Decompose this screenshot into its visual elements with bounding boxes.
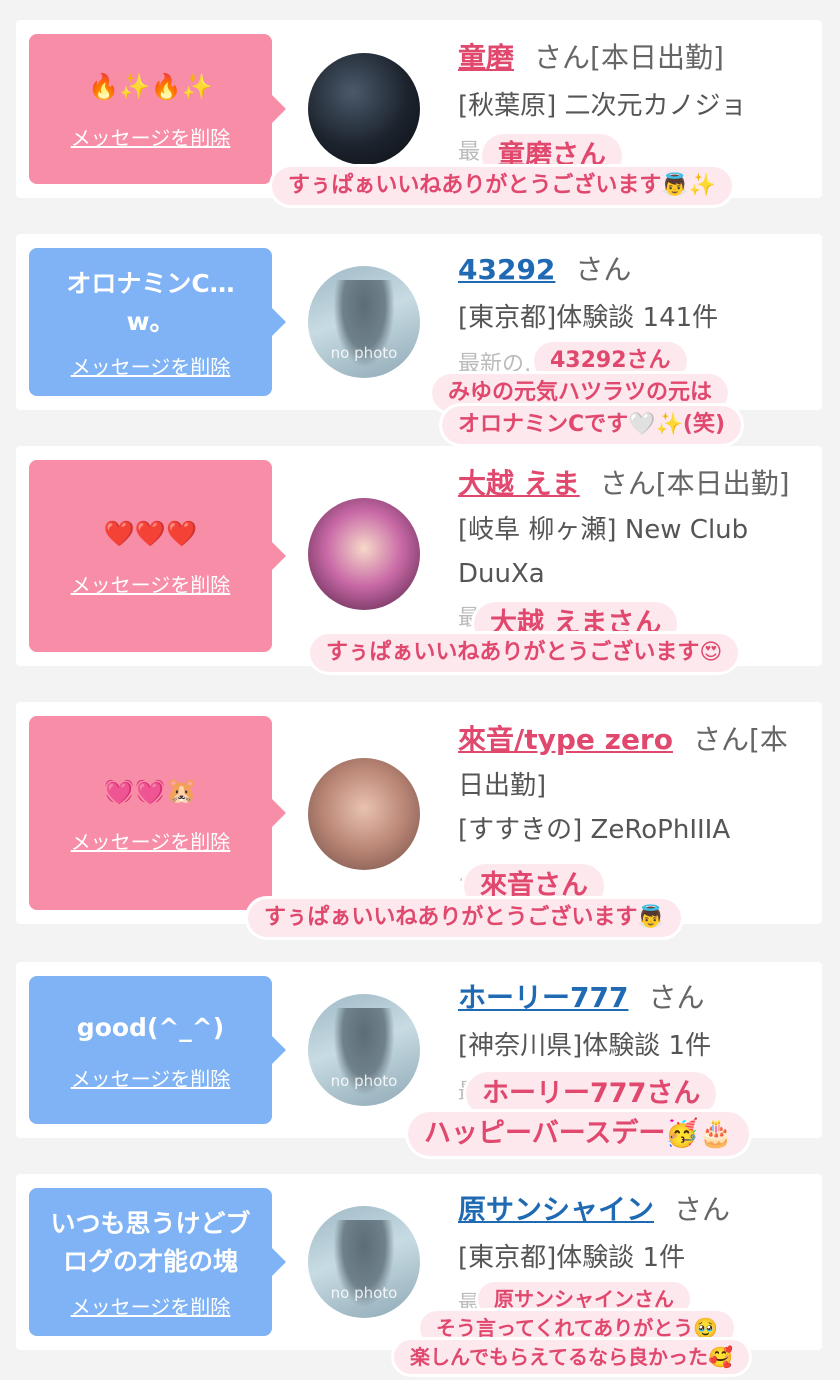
user-name-link[interactable]: 43292 (458, 253, 555, 286)
user-name-link[interactable]: ホーリー777 (458, 981, 628, 1014)
message-text: good(^_^) (76, 1012, 225, 1042)
message-text: 💓💓🐹 (103, 775, 198, 805)
user-suffix: さん (674, 1193, 731, 1226)
user-name-link[interactable]: 原サンシャイン (458, 1193, 654, 1226)
delete-message-link[interactable]: メッセージを削除 (71, 569, 231, 598)
message-bubble: 🔥✨🔥✨ メッセージを削除 (29, 34, 286, 184)
delete-message-link[interactable]: メッセージを削除 (71, 351, 231, 380)
message-text: 🔥✨🔥✨ (88, 71, 213, 101)
message-bubble: いつも思うけどブログの才能の塊 メッセージを削除 (29, 1188, 286, 1336)
avatar[interactable]: no photo (308, 994, 420, 1106)
message-bubble: ❤️❤️❤️ メッセージを削除 (29, 460, 286, 652)
delete-message-link[interactable]: メッセージを削除 (71, 826, 231, 855)
user-detail: [秋葉原] 二次元カノジョ (458, 91, 747, 121)
sticker-text: オロナミンCです🤍✨(笑) (442, 406, 742, 444)
user-name-link[interactable]: 大越 えま (458, 467, 580, 500)
avatar[interactable] (308, 758, 420, 870)
delete-message-link[interactable]: メッセージを削除 (71, 122, 231, 151)
message-text: いつも思うけどブログの才能の塊 (50, 1208, 251, 1276)
message-bubble: 💓💓🐹 メッセージを削除 (29, 716, 286, 910)
user-detail: [東京都]体験談 1件 (458, 1243, 686, 1273)
user-suffix: さん[本日出勤] (599, 467, 790, 500)
avatar[interactable]: no photo (308, 1206, 420, 1318)
sticker-text: すぅぱぁいいねありがとうございます😍 (310, 634, 739, 672)
sticker-text: すぅぱぁいいねありがとうございます👼✨ (272, 167, 733, 205)
user-detail: 日出勤] (458, 771, 547, 801)
sticker-name: ホーリー777さん (466, 1072, 717, 1116)
user-name-link[interactable]: 來音/type zero (458, 723, 673, 756)
user-detail: [神奈川県]体験談 1件 (458, 1031, 712, 1061)
user-name-link[interactable]: 童磨 (458, 41, 514, 74)
sticker-text: ハッピーバースデー🥳🎂 (408, 1112, 749, 1156)
user-suffix: さん[本日出勤] (534, 41, 724, 74)
user-detail: DuuXa (458, 559, 545, 589)
user-detail: [岐阜 柳ヶ瀬] New Club (458, 515, 749, 545)
user-detail: [東京都]体験談 141件 (458, 303, 719, 333)
no-photo-label: no photo (330, 1284, 398, 1302)
avatar[interactable]: no photo (308, 266, 420, 378)
avatar[interactable] (308, 53, 420, 165)
user-suffix: さん[本 (692, 723, 788, 756)
sticker-text: すぅぱぁいいねありがとうございます👼 (248, 899, 681, 937)
sticker-text: 楽しんでもらえてるなら良かった🥰 (394, 1340, 749, 1374)
no-photo-label: no photo (330, 344, 398, 362)
user-suffix: さん (648, 981, 705, 1014)
message-card: ❤️❤️❤️ メッセージを削除 大越 えま さん[本日出勤] [岐阜 柳ヶ瀬] N… (16, 446, 822, 666)
message-card: 💓💓🐹 メッセージを削除 來音/type zero さん[本 日出勤] [すすきの… (16, 702, 822, 924)
user-suffix: さん (575, 253, 632, 286)
message-bubble: オロナミンC… w。 メッセージを削除 (29, 248, 286, 396)
user-detail: [すすきの] ZeRoPhIIIA (458, 815, 731, 845)
no-photo-label: no photo (330, 1072, 398, 1090)
delete-message-link[interactable]: メッセージを削除 (71, 1291, 231, 1320)
delete-message-link[interactable]: メッセージを削除 (71, 1063, 231, 1092)
message-text: オロナミンC… w。 (66, 268, 235, 336)
message-text: ❤️❤️❤️ (103, 518, 198, 548)
avatar[interactable] (308, 498, 420, 610)
message-bubble: good(^_^) メッセージを削除 (29, 976, 286, 1124)
